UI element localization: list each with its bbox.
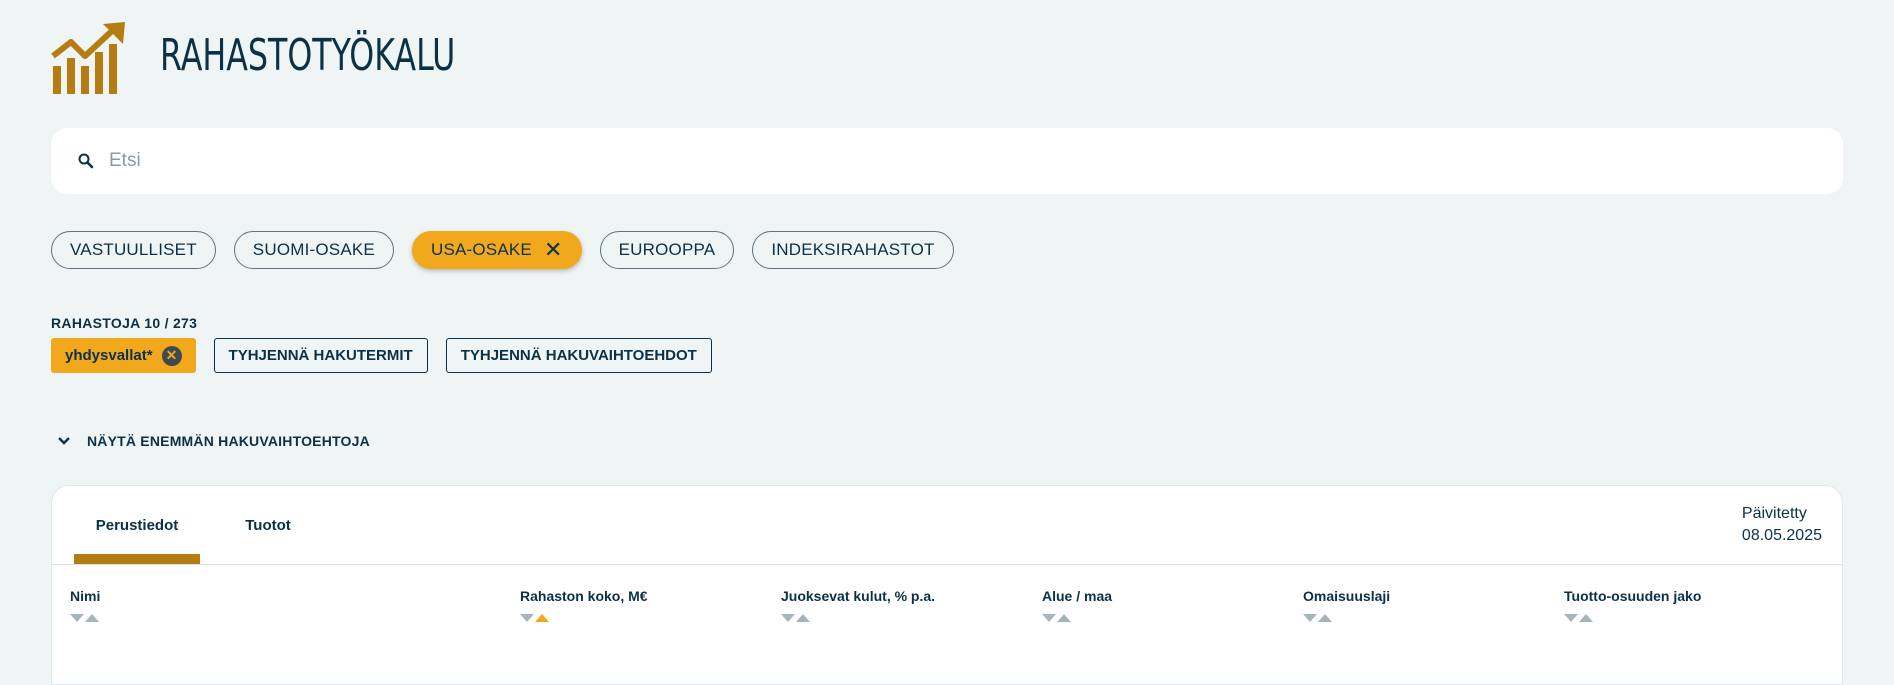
sort-asc-icon[interactable]: [1318, 614, 1332, 622]
chip-usa-osake[interactable]: USA-OSAKE ✕: [411, 231, 582, 269]
sort-asc-icon[interactable]: [1057, 614, 1071, 622]
updated-info: Päivitetty 08.05.2025: [1742, 503, 1822, 547]
sort-desc-icon[interactable]: [520, 614, 534, 622]
clear-terms-button[interactable]: TYHJENNÄ HAKUTERMIT: [213, 338, 428, 373]
column-label: Juoksevat kulut, % p.a.: [781, 588, 936, 604]
chip-vastuulliset[interactable]: VASTUULLISET: [51, 231, 216, 269]
column-header-alue[interactable]: Alue / maa: [1042, 588, 1113, 622]
column-label: Rahaston koko, M€: [520, 588, 648, 604]
chip-suomi-osake[interactable]: SUOMI-OSAKE: [233, 231, 394, 269]
chip-label: INDEKSIRAHASTOT: [771, 240, 935, 259]
show-more-label: NÄYTÄ ENEMMÄN HAKUVAIHTOEHTOJA: [87, 433, 370, 449]
column-header-kulut[interactable]: Juoksevat kulut, % p.a.: [781, 588, 936, 622]
column-label: Omaisuuslaji: [1303, 588, 1391, 604]
search-icon: [78, 153, 94, 169]
search-input[interactable]: [107, 149, 1711, 173]
chip-label: USA-OSAKE: [430, 240, 532, 259]
result-count: RAHASTOJA 10 / 273: [51, 315, 198, 331]
sort-control[interactable]: [520, 614, 550, 622]
column-header-koko[interactable]: Rahaston koko, M€: [520, 588, 648, 622]
updated-label: Päivitetty: [1741, 505, 1807, 522]
sort-asc-icon[interactable]: [535, 614, 549, 622]
column-label: Alue / maa: [1042, 588, 1113, 604]
chevron-down-icon: [58, 437, 70, 445]
chip-indeksirahastot[interactable]: INDEKSIRAHASTOT: [752, 231, 954, 269]
search-bar[interactable]: [51, 128, 1843, 194]
sort-desc-icon[interactable]: [1303, 614, 1317, 622]
sort-control[interactable]: [1564, 614, 1594, 622]
sort-asc-icon[interactable]: [85, 614, 99, 622]
fund-table-panel: Perustiedot Tuotot Päivitetty 08.05.2025…: [51, 485, 1843, 685]
active-search-terms: yhdysvallat* ✕ TYHJENNÄ HAKUTERMIT TYHJE…: [51, 338, 712, 373]
app-title: RAHASTOTYÖKALU: [160, 30, 456, 81]
chip-label: VASTUULLISET: [70, 240, 197, 259]
sort-control[interactable]: [781, 614, 811, 622]
clear-options-button[interactable]: TYHJENNÄ HAKUVAIHTOEHDOT: [445, 338, 712, 373]
remove-term-icon[interactable]: ✕: [161, 345, 182, 366]
sort-asc-icon[interactable]: [796, 614, 810, 622]
sort-desc-icon[interactable]: [70, 614, 84, 622]
filter-chips: VASTUULLISET SUOMI-OSAKE USA-OSAKE ✕ EURO…: [51, 231, 954, 269]
chip-eurooppa[interactable]: EUROOPPA: [599, 231, 735, 269]
chip-label: SUOMI-OSAKE: [252, 240, 375, 259]
sort-asc-icon[interactable]: [1579, 614, 1593, 622]
chip-label: EUROOPPA: [618, 240, 716, 259]
show-more-options[interactable]: NÄYTÄ ENEMMÄN HAKUVAIHTOEHTOJA: [57, 433, 370, 449]
tab-tuotot[interactable]: Tuotot: [200, 486, 336, 564]
search-term-label: yhdysvallat*: [65, 347, 153, 364]
sort-desc-icon[interactable]: [1042, 614, 1056, 622]
updated-date: 08.05.2025: [1741, 527, 1822, 544]
sort-desc-icon[interactable]: [1564, 614, 1578, 622]
search-term-tag: yhdysvallat* ✕: [51, 338, 196, 373]
column-header-omaisuuslaji[interactable]: Omaisuuslaji: [1303, 588, 1391, 622]
tab-perustiedot[interactable]: Perustiedot: [74, 486, 200, 564]
tab-divider: [52, 564, 1842, 565]
tab-bar: Perustiedot Tuotot: [74, 486, 336, 564]
sort-control[interactable]: [70, 614, 100, 622]
growth-chart-icon: [51, 22, 125, 94]
column-header-nimi[interactable]: Nimi: [70, 588, 101, 622]
column-label: Tuotto-osuuden jako: [1564, 588, 1702, 604]
close-icon[interactable]: ✕: [544, 239, 563, 261]
sort-desc-icon[interactable]: [781, 614, 795, 622]
column-label: Nimi: [70, 588, 101, 604]
sort-control[interactable]: [1042, 614, 1072, 622]
sort-control[interactable]: [1303, 614, 1333, 622]
column-header-tuotto[interactable]: Tuotto-osuuden jako: [1564, 588, 1702, 622]
header: [51, 22, 127, 94]
